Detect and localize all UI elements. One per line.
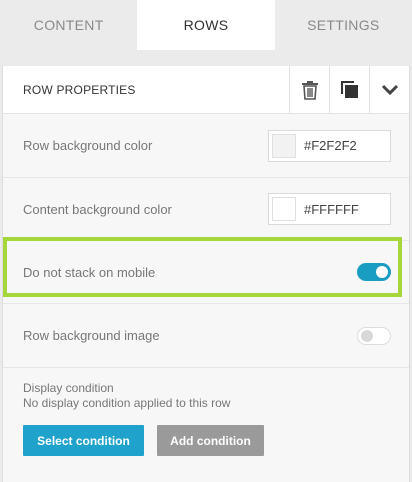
- content-background-color-row: Content background color #FFFFFF: [3, 178, 409, 241]
- toggle-knob: [361, 329, 373, 342]
- tab-rows[interactable]: ROWS: [137, 0, 275, 50]
- row-properties-panel: ROW PROPERTIES Row background color #F2F…: [2, 65, 410, 482]
- row-background-color-value: #F2F2F2: [304, 138, 357, 153]
- delete-row-button[interactable]: [289, 65, 329, 114]
- stack-mobile-toggle[interactable]: [357, 263, 391, 281]
- panel-header: ROW PROPERTIES: [3, 65, 409, 114]
- row-background-swatch[interactable]: [272, 133, 296, 158]
- add-condition-button[interactable]: Add condition: [157, 425, 264, 456]
- tab-content[interactable]: CONTENT: [0, 0, 137, 50]
- duplicate-icon: [340, 80, 358, 98]
- display-condition-title: Display condition: [23, 381, 114, 395]
- duplicate-row-button[interactable]: [329, 65, 369, 114]
- tab-bar: CONTENT ROWS SETTINGS: [0, 0, 412, 50]
- row-background-image-label: Row background image: [23, 328, 160, 343]
- content-background-color-label: Content background color: [23, 201, 172, 217]
- toggle-knob: [376, 266, 388, 278]
- select-condition-button[interactable]: Select condition: [23, 425, 144, 456]
- display-condition-description: No display condition applied to this row: [23, 396, 231, 410]
- panel-title: ROW PROPERTIES: [23, 82, 136, 97]
- content-background-color-field[interactable]: #FFFFFF: [268, 193, 391, 225]
- row-background-color-row: Row background color #F2F2F2: [3, 114, 409, 178]
- stack-mobile-row: Do not stack on mobile: [3, 241, 409, 304]
- content-background-swatch[interactable]: [272, 197, 296, 221]
- trash-icon: [301, 80, 318, 100]
- stack-mobile-label: Do not stack on mobile: [23, 264, 156, 280]
- display-condition-section: Display condition No display condition a…: [3, 368, 409, 456]
- tab-settings[interactable]: SETTINGS: [275, 0, 412, 50]
- background-image-toggle[interactable]: [357, 326, 391, 345]
- condition-buttons: Select condition Add condition: [23, 425, 389, 456]
- chevron-down-icon: [381, 84, 398, 95]
- row-background-color-field[interactable]: #F2F2F2: [268, 129, 391, 162]
- row-background-color-label: Row background color: [23, 138, 153, 153]
- collapse-button[interactable]: [369, 65, 409, 114]
- content-background-color-value: #FFFFFF: [304, 201, 359, 217]
- row-background-image-row: Row background image: [3, 304, 409, 368]
